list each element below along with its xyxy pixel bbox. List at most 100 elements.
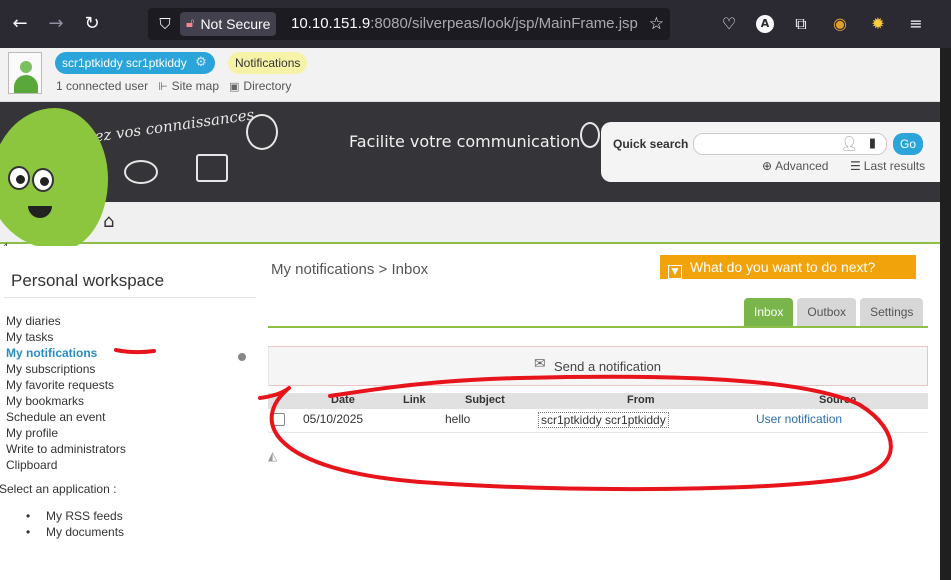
divider <box>4 297 256 298</box>
sun-extension-icon[interactable]: ✹ <box>866 12 890 36</box>
column-header-link[interactable]: Link <box>403 394 426 406</box>
cell-date: 05/10/2025 <box>303 412 364 426</box>
browser-toolbar: ← → ↻ ⛉ 🔓︎ Not Secure 10.10.151.9:8080/s… <box>0 0 951 48</box>
security-label: Not Secure <box>200 16 271 32</box>
screenshot-root: ← → ↻ ⛉ 🔓︎ Not Secure 10.10.151.9:8080/s… <box>0 0 951 580</box>
shield-icon[interactable]: ⛉ <box>156 14 174 34</box>
sidebar-menu: My diaries My tasks My notifications My … <box>6 313 126 473</box>
breadcrumb-parent[interactable]: My notifications <box>271 261 374 278</box>
directory-link[interactable]: ▣ Directory <box>229 79 291 93</box>
speech-bubble-doodle <box>124 160 158 184</box>
quick-search-label: Quick search <box>613 137 689 151</box>
what-next-label: What do you want to do next? <box>690 259 876 275</box>
quick-search-input[interactable]: 👤︎ ▮ <box>693 133 887 155</box>
url-bar[interactable]: ⛉ 🔓︎ Not Secure 10.10.151.9:8080/silverp… <box>148 8 670 40</box>
sidebar-item-my-notifications[interactable]: My notifications <box>6 345 126 361</box>
advanced-search-link[interactable]: ⊕ Advanced <box>762 159 828 173</box>
person-icon[interactable]: 👤︎ <box>840 136 858 152</box>
url-host: 10.10.151.9 <box>291 15 371 32</box>
security-indicator[interactable]: 🔓︎ Not Secure <box>180 12 277 36</box>
sidebar-item-my-profile[interactable]: My profile <box>6 425 126 441</box>
bulb-doodle <box>580 122 600 148</box>
what-next-button[interactable]: ▼ What do you want to do next? <box>660 255 916 279</box>
cell-from[interactable]: scr1ptkiddy scr1ptkiddy <box>538 412 669 428</box>
quick-search-panel: Quick search 👤︎ ▮ Go ⊕ Advanced ☰ Last res… <box>601 122 941 182</box>
selection-arrow-icon: ◭ <box>268 449 278 463</box>
tab-outbox[interactable]: Outbox <box>797 298 857 326</box>
sidebar: Personal workspace My diaries My tasks M… <box>0 246 258 580</box>
directory-icon: ▣ <box>229 80 240 93</box>
connected-users-link[interactable]: 1 connected user <box>56 79 148 93</box>
tab-inbox[interactable]: Inbox <box>744 298 794 326</box>
extension-fox-icon[interactable]: ◉ <box>828 12 852 36</box>
last-results-link[interactable]: ☰ Last results <box>850 159 925 173</box>
tab-settings[interactable]: Settings <box>860 298 924 326</box>
gear-icon[interactable]: ⚙ <box>195 52 207 74</box>
mascot-eye <box>8 166 30 190</box>
sitemap-icon: ⊩ <box>158 80 168 93</box>
forward-arrow-icon[interactable]: → <box>42 10 70 38</box>
column-header-subject[interactable]: Subject <box>465 394 505 406</box>
account-badge[interactable]: A <box>756 15 774 33</box>
user-menu-button[interactable]: scr1ptkiddy scr1ptkiddy ⚙ <box>55 52 215 74</box>
clipboard-icon[interactable]: ▮ <box>869 136 876 151</box>
app-list: My RSS feeds My documents <box>26 508 124 540</box>
mascot-mouth <box>28 206 52 218</box>
send-notification-bar: ✉ Send a notification <box>268 346 928 386</box>
send-notification-link[interactable]: Send a notification <box>554 359 661 374</box>
extensions-icon[interactable]: ⧉ <box>789 12 813 36</box>
mascot-eye <box>32 168 54 192</box>
lightbulb-doodle <box>246 114 278 150</box>
pocket-icon[interactable]: ♡ <box>717 12 741 36</box>
back-arrow-icon[interactable]: ← <box>6 10 34 38</box>
last-results-label: Last results <box>863 159 926 173</box>
tab-bar: Inbox Outbox Settings <box>744 298 924 326</box>
dropdown-arrow-icon: ▼ <box>668 265 682 279</box>
site-map-link[interactable]: ⊩ Site map <box>158 79 219 93</box>
go-button[interactable]: Go <box>893 133 923 155</box>
url-text[interactable]: 10.10.151.9:8080/silverpeas/look/jsp/Mai… <box>291 8 638 40</box>
avatar[interactable] <box>8 52 42 94</box>
table-header: Date Link Subject From Source <box>268 393 928 409</box>
url-path: :8080/silverpeas/look/jsp/MainFrame.jsp <box>370 15 638 32</box>
sidebar-item-my-diaries[interactable]: My diaries <box>6 313 126 329</box>
menu-icon[interactable]: ≡ <box>904 12 928 36</box>
sidebar-item-write-admins[interactable]: Write to administrators <box>6 441 126 457</box>
sidebar-item-my-subscriptions[interactable]: My subscriptions <box>6 361 126 377</box>
row-checkbox[interactable] <box>272 413 285 426</box>
app-item-rss-feeds[interactable]: My RSS feeds <box>26 508 124 524</box>
select-app-label: Select an application : <box>0 482 117 496</box>
app-item-documents[interactable]: My documents <box>26 524 124 540</box>
sidebar-item-schedule-event[interactable]: Schedule an event <box>6 409 126 425</box>
lock-slash-icon: 🔓︎ <box>186 16 195 31</box>
cell-subject[interactable]: hello <box>445 412 470 426</box>
window-edge <box>940 48 951 580</box>
list-icon: ☰ <box>850 159 861 173</box>
notifications-button[interactable]: Notifications <box>228 52 308 74</box>
breadcrumb-current: Inbox <box>391 261 429 278</box>
bookmark-star-icon[interactable]: ☆ <box>649 12 664 36</box>
sidebar-item-my-tasks[interactable]: My tasks <box>6 329 126 345</box>
home-icon[interactable]: ⌂ <box>103 211 114 232</box>
silverpeas-topbar: scr1ptkiddy scr1ptkiddy ⚙ Notifications … <box>0 48 940 102</box>
sidebar-item-my-favorite-requests[interactable]: My favorite requests <box>6 377 126 393</box>
advanced-label: Advanced <box>775 159 829 173</box>
breadcrumb-separator: > <box>378 261 388 278</box>
site-map-label: Site map <box>171 79 220 93</box>
mascot-logo <box>0 108 108 250</box>
reload-icon[interactable]: ↻ <box>78 10 106 38</box>
directory-label: Directory <box>243 79 292 93</box>
top-links: 1 connected user ⊩ Site map ▣ Directory <box>56 79 291 93</box>
cell-source[interactable]: User notification <box>756 412 842 426</box>
map-doodle <box>196 154 228 182</box>
home-bar: ⌂ <box>0 202 940 244</box>
search-plus-icon: ⊕ <box>762 159 773 173</box>
column-header-source[interactable]: Source <box>819 394 856 406</box>
sidebar-item-clipboard[interactable]: Clipboard <box>6 457 126 473</box>
table-row[interactable]: 05/10/2025 hello scr1ptkiddy scr1ptkiddy… <box>268 409 928 433</box>
column-header-from[interactable]: From <box>627 394 655 406</box>
sidebar-item-my-bookmarks[interactable]: My bookmarks <box>6 393 126 409</box>
column-header-date[interactable]: Date <box>331 394 355 406</box>
menu-bullet-icon <box>238 353 246 361</box>
envelope-icon[interactable]: ✉ <box>534 356 546 372</box>
